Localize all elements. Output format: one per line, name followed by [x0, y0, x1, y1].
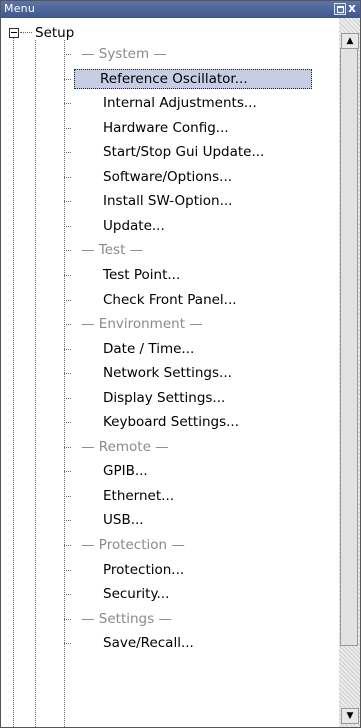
tree-connector	[64, 594, 71, 596]
tree-connector	[64, 520, 71, 522]
menu-item-label: USB...	[103, 512, 144, 529]
tree-connector	[64, 152, 71, 154]
menu-item-label: Date / Time...	[103, 340, 195, 357]
tree-connector	[64, 569, 71, 571]
section-header-environment: — Environment —	[1, 312, 339, 336]
menu-item-label: Update...	[103, 217, 165, 234]
tree-connector	[64, 176, 71, 178]
menu-item-label: Check Front Panel...	[103, 291, 237, 308]
menu-item-start-stop-gui-update[interactable]: Start/Stop Gui Update...	[1, 140, 339, 164]
collapse-toggle-icon[interactable]	[9, 28, 19, 38]
vertical-scrollbar[interactable]: ▲ ▼	[339, 18, 360, 727]
section-header-system: — System —	[1, 42, 339, 66]
menu-window: Menu x Setup — System — Reference Oscilla…	[0, 0, 361, 728]
menu-item-date-time[interactable]: Date / Time...	[1, 337, 339, 361]
section-label: — Environment —	[81, 316, 203, 333]
tree-connector	[64, 373, 71, 375]
tree-connector	[64, 643, 71, 645]
menu-item-label: Keyboard Settings...	[103, 414, 239, 431]
menu-item-label: Install SW-Option...	[103, 193, 233, 210]
maximize-button[interactable]	[334, 3, 346, 15]
window-title: Menu	[4, 2, 36, 15]
menu-item-keyboard-settings[interactable]: Keyboard Settings...	[1, 410, 339, 434]
menu-item-usb[interactable]: USB...	[1, 508, 339, 532]
menu-item-label: Ethernet...	[103, 487, 175, 504]
tree-connector	[64, 54, 71, 55]
menu-item-label: Start/Stop Gui Update...	[103, 144, 265, 161]
section-label: — Remote —	[81, 438, 169, 455]
tree-connector	[64, 471, 71, 473]
section-label: — Settings —	[81, 610, 172, 627]
tree-connector	[64, 545, 71, 546]
tree-connector	[64, 225, 71, 227]
tree-connector	[64, 446, 71, 448]
close-button[interactable]: x	[347, 2, 357, 14]
menu-item-install-sw-option[interactable]: Install SW-Option...	[1, 189, 339, 213]
menu-tree: Setup — System — Reference Oscillator... I…	[1, 18, 339, 727]
menu-item-network-settings[interactable]: Network Settings...	[1, 361, 339, 385]
menu-item-label: Security...	[103, 586, 170, 603]
scroll-down-button[interactable]: ▼	[341, 708, 359, 724]
section-label: — Test —	[81, 242, 144, 259]
section-header-settings: — Settings —	[1, 607, 339, 631]
tree-connector	[64, 618, 71, 620]
menu-item-label: Protection...	[103, 561, 185, 578]
tree-connector	[64, 250, 71, 252]
menu-item-display-settings[interactable]: Display Settings...	[1, 386, 339, 410]
tree-connector	[64, 127, 71, 129]
menu-item-label: Save/Recall...	[103, 635, 194, 652]
tree-connector	[64, 397, 71, 399]
menu-item-label: Hardware Config...	[103, 119, 229, 136]
menu-item-label: Internal Adjustments...	[103, 95, 257, 112]
tree-connector	[64, 348, 71, 350]
menu-item-hardware-config[interactable]: Hardware Config...	[1, 116, 339, 140]
menu-item-check-front-panel[interactable]: Check Front Panel...	[1, 288, 339, 312]
menu-item-save-recall[interactable]: Save/Recall...	[1, 631, 339, 655]
menu-item-protection[interactable]: Protection...	[1, 558, 339, 582]
menu-item-internal-adjustments[interactable]: Internal Adjustments...	[1, 91, 339, 115]
menu-item-label: Test Point...	[103, 266, 181, 283]
menu-item-ethernet[interactable]: Ethernet...	[1, 484, 339, 508]
menu-item-label: Display Settings...	[103, 389, 226, 406]
menu-item-security[interactable]: Security...	[1, 582, 339, 606]
section-header-test: — Test —	[1, 238, 339, 262]
menu-item-label: Network Settings...	[103, 365, 232, 382]
section-label: — Protection —	[81, 537, 185, 553]
tree-connector	[64, 78, 71, 80]
tree-connector	[20, 32, 32, 33]
tree-connector	[64, 495, 71, 497]
tree-connector	[64, 103, 71, 105]
menu-item-reference-oscillator[interactable]: Reference Oscillator...	[1, 67, 339, 91]
menu-item-gpib[interactable]: GPIB...	[1, 459, 339, 483]
menu-item-software-options[interactable]: Software/Options...	[1, 165, 339, 189]
tree-connector	[64, 422, 71, 424]
section-header-protection: — Protection —	[1, 533, 339, 557]
menu-item-label: Reference Oscillator...	[74, 68, 312, 89]
menu-item-label: GPIB...	[103, 463, 148, 480]
menu-item-label: Software/Options...	[103, 168, 233, 185]
tree-connector	[64, 274, 71, 276]
menu-item-test-point[interactable]: Test Point...	[1, 263, 339, 287]
menu-item-update[interactable]: Update...	[1, 214, 339, 238]
tree-connector	[64, 201, 71, 203]
tree-root-setup[interactable]: Setup	[35, 25, 74, 41]
title-bar[interactable]: Menu x	[1, 1, 360, 18]
scroll-up-button[interactable]: ▲	[341, 33, 359, 49]
section-header-remote: — Remote —	[1, 435, 339, 459]
tree-connector	[64, 324, 71, 326]
tree-connector	[64, 299, 71, 301]
scroll-thumb[interactable]	[340, 48, 358, 646]
section-label: — System —	[81, 46, 167, 62]
